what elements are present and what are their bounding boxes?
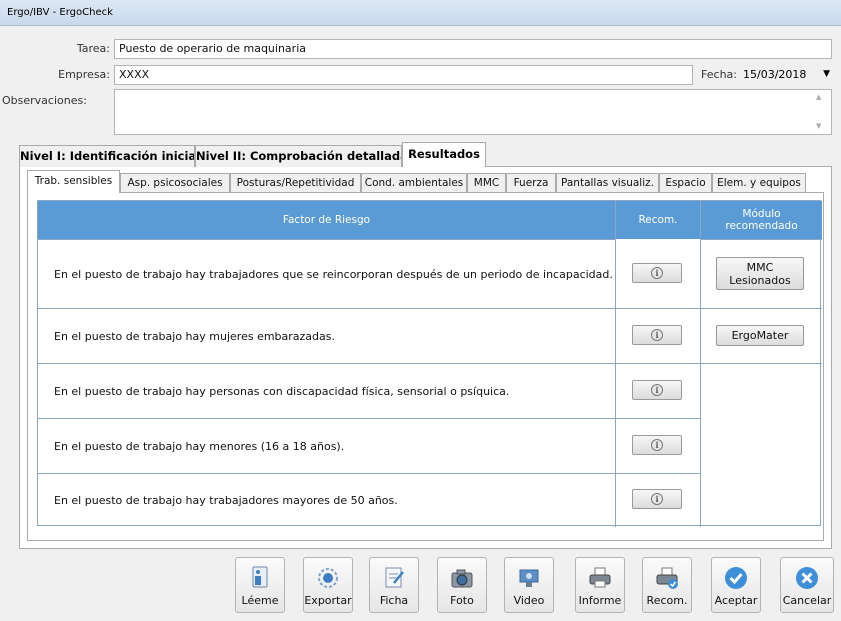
tab-fuerza[interactable]: Fuerza [506, 173, 556, 193]
fecha-label: Fecha: [701, 68, 737, 81]
tab-nivel-1[interactable]: Nivel I: Identificación inicial [19, 145, 195, 167]
divider [615, 363, 700, 364]
recom-button[interactable]: i [632, 325, 682, 345]
readme-icon [252, 566, 268, 588]
informe-label: Informe [578, 594, 622, 607]
aceptar-button[interactable]: Aceptar [711, 557, 761, 613]
foto-button[interactable]: Foto [437, 557, 487, 613]
export-icon [318, 568, 338, 588]
informe-button[interactable]: Informe [575, 557, 625, 613]
empresa-label: Empresa: [58, 68, 110, 81]
info-icon: i [651, 267, 663, 279]
tab-elem-equipos[interactable]: Elem. y equipos [712, 173, 806, 193]
video-button[interactable]: Video [504, 557, 554, 613]
table-row: En el puesto de trabajo hay trabajadores… [38, 473, 615, 527]
recom-button[interactable]: i [632, 435, 682, 455]
results-table: Factor de Riesgo Recom. Módulo recomenda… [37, 200, 822, 527]
scroll-up-icon[interactable]: ▲ [816, 93, 821, 101]
video-camera-icon [519, 569, 539, 587]
info-icon: i [651, 493, 663, 505]
mmc-lesionados-button[interactable]: MMC Lesionados [716, 257, 804, 290]
cancelar-button[interactable]: Cancelar [780, 557, 834, 613]
header-recom: Recom. [616, 201, 700, 239]
tab-nivel-2[interactable]: Nivel II: Comprobación detallada [195, 145, 402, 167]
foto-label: Foto [450, 594, 474, 607]
info-icon: i [651, 439, 663, 451]
video-label: Video [513, 594, 545, 607]
tab-posturas[interactable]: Posturas/Repetitividad [230, 173, 361, 193]
observaciones-textarea[interactable] [114, 89, 832, 135]
info-icon: i [651, 329, 663, 341]
divider [615, 418, 700, 419]
divider [700, 363, 822, 364]
table-row: En el puesto de trabajo hay personas con… [38, 363, 615, 418]
fecha-combo[interactable]: 15/03/2018 ▼ [740, 64, 834, 85]
exportar-button[interactable]: Exportar [303, 557, 353, 613]
info-icon: i [651, 384, 663, 396]
recom-button[interactable]: i [632, 489, 682, 509]
ficha-button[interactable]: Ficha [369, 557, 419, 613]
leeme-button[interactable]: Léeme [235, 557, 285, 613]
recom-button[interactable]: i [632, 263, 682, 283]
recom-button[interactable]: i [632, 380, 682, 400]
checkmark-icon [725, 567, 747, 589]
table-row: En el puesto de trabajo hay mujeres emba… [38, 308, 615, 363]
recom-label: Recom. [646, 594, 688, 607]
fecha-value: 15/03/2018 [743, 68, 807, 81]
divider [615, 201, 616, 527]
leeme-label: Léeme [241, 594, 279, 607]
tab-mmc[interactable]: MMC [467, 173, 506, 193]
ergomater-button[interactable]: ErgoMater [716, 325, 804, 346]
scroll-down-icon[interactable]: ▼ [816, 122, 821, 130]
header-factor-riesgo: Factor de Riesgo [38, 201, 615, 239]
exportar-label: Exportar [304, 594, 352, 607]
divider [700, 239, 822, 240]
printer-check-icon [656, 567, 678, 589]
chevron-down-icon[interactable]: ▼ [823, 69, 830, 79]
empresa-input[interactable]: XXXX [114, 65, 693, 85]
tab-asp-psicosociales[interactable]: Asp. psicosociales [120, 173, 230, 193]
tab-espacio[interactable]: Espacio [659, 173, 712, 193]
tab-cond-ambientales[interactable]: Cond. ambientales [361, 173, 467, 193]
header-modulo: Módulo recomendado [701, 201, 822, 239]
divider [615, 308, 700, 309]
tab-resultados[interactable]: Resultados [402, 142, 486, 167]
divider [700, 201, 701, 527]
close-icon [796, 567, 818, 589]
tarea-input[interactable]: Puesto de operario de maquinaria [114, 39, 832, 59]
aceptar-label: Aceptar [714, 594, 758, 607]
window-title: Ergo/IBV - ErgoCheck [0, 0, 841, 26]
camera-icon [451, 569, 473, 588]
table-row: En el puesto de trabajo hay menores (16 … [38, 418, 615, 473]
tab-pantallas[interactable]: Pantallas visualiz. [556, 173, 659, 193]
divider [615, 473, 700, 474]
cancelar-label: Cancelar [782, 594, 832, 607]
ficha-label: Ficha [379, 594, 409, 607]
table-row: En el puesto de trabajo hay trabajadores… [38, 239, 615, 308]
printer-icon [589, 567, 611, 588]
form-sheet-icon [385, 567, 404, 588]
tab-trab-sensibles[interactable]: Trab. sensibles [27, 170, 120, 193]
tarea-label: Tarea: [76, 42, 110, 55]
divider [700, 308, 822, 309]
observaciones-label: Observaciones: [2, 94, 87, 107]
recom-print-button[interactable]: Recom. [642, 557, 692, 613]
